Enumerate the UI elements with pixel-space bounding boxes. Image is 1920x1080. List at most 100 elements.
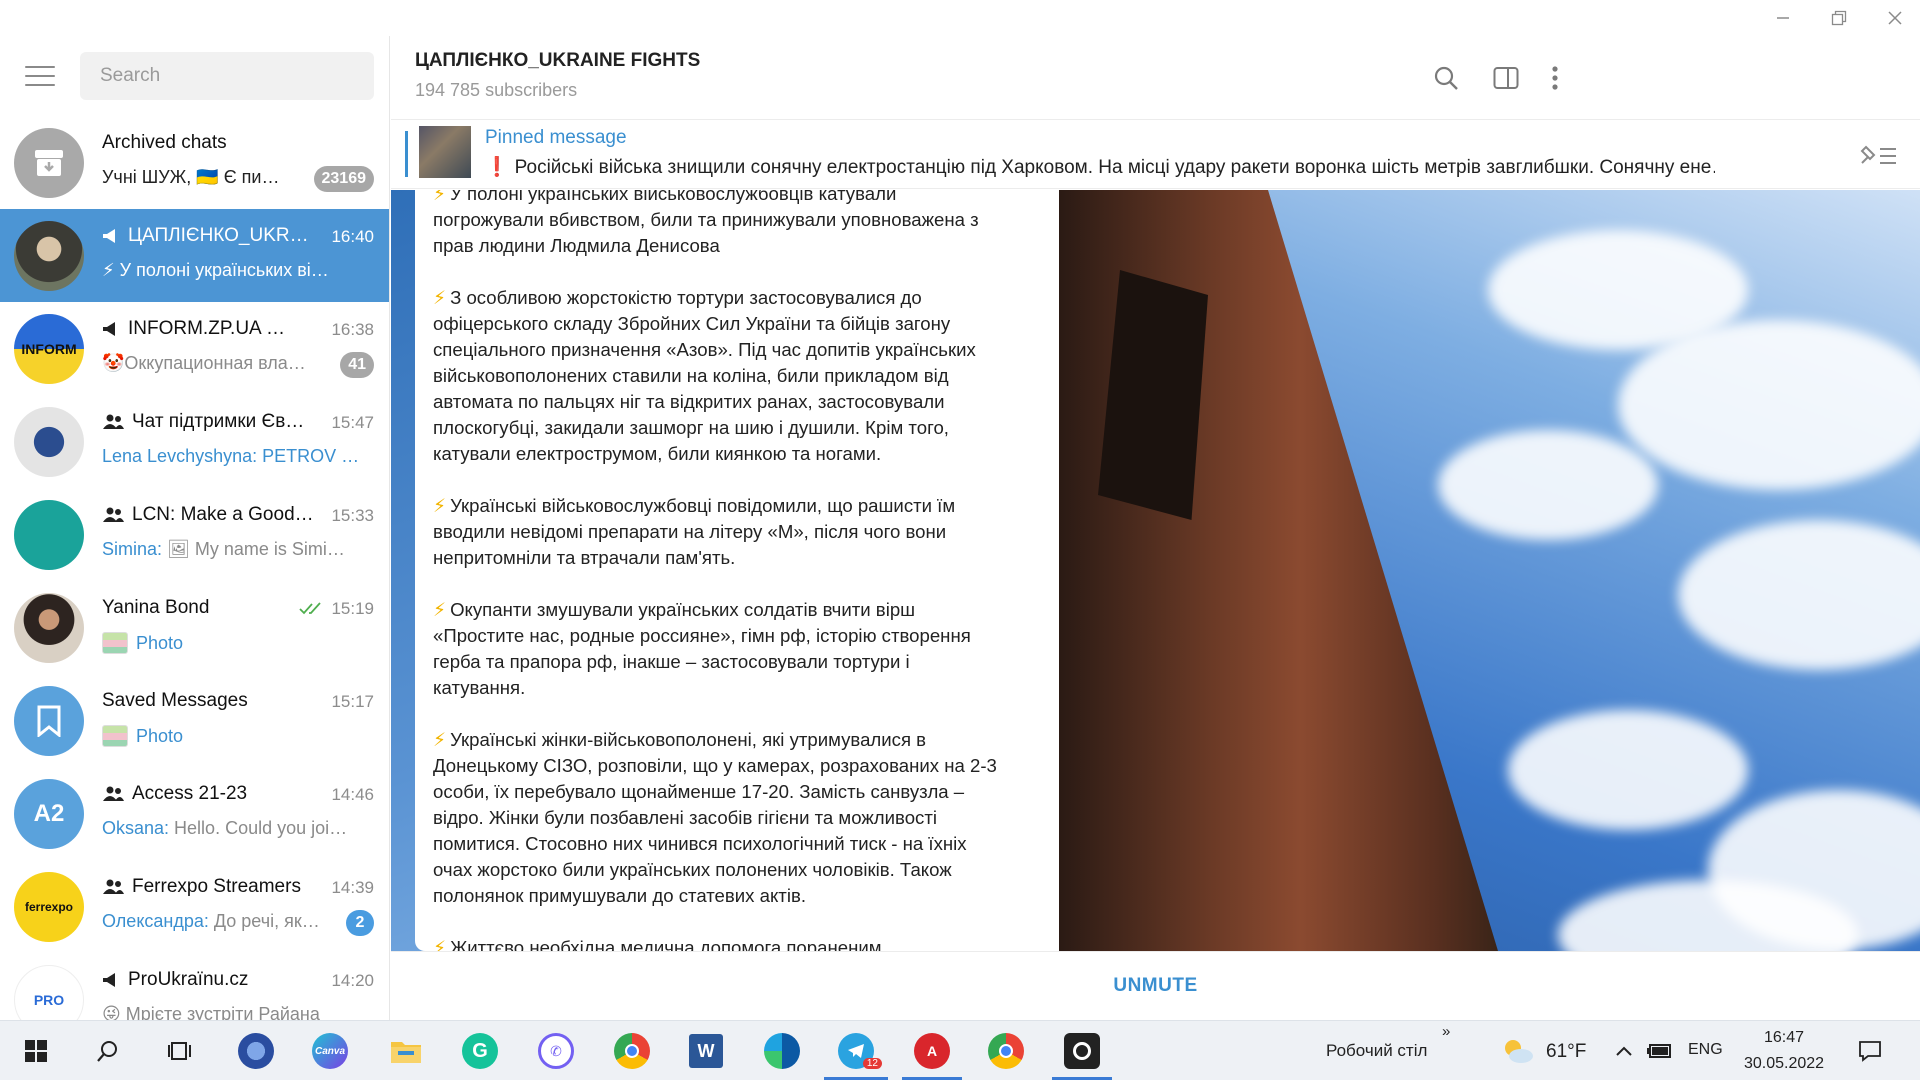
chrome-icon: [614, 1033, 650, 1069]
chat-avatar: [14, 407, 84, 477]
lightning-icon: ⚡: [433, 495, 447, 516]
taskbar-grammarly[interactable]: G: [460, 1031, 500, 1071]
chat-item-archived[interactable]: Archived chats Учні ШУЖ, 🇺🇦 Є пи… 23169: [0, 116, 389, 209]
taskbar-app-1[interactable]: [236, 1031, 276, 1071]
message-paragraph: ⚡ Українські військовослужбовці повідомил…: [433, 493, 1039, 571]
message-paragraph: ⚡ Українські жінки-військовополонені, які…: [433, 727, 1039, 909]
restore-button[interactable]: [1816, 0, 1862, 36]
weather-widget[interactable]: [1498, 1031, 1538, 1071]
chat-time: 14:46: [331, 785, 374, 804]
clock-date[interactable]: 30.05.2022: [1744, 1055, 1824, 1073]
chat-name-text: ЦАПЛІЄНКО_UKR…: [128, 225, 309, 246]
group-icon: [103, 786, 124, 801]
sidebar-toggle-button[interactable]: [1488, 60, 1524, 96]
chat-preview: 🤡Оккупационная вла…: [102, 353, 306, 373]
tray-overflow-button[interactable]: [1604, 1031, 1644, 1071]
toolbar-chevron-icon[interactable]: »: [1442, 1023, 1450, 1040]
taskbar-search-button[interactable]: [88, 1031, 128, 1071]
archive-icon: [14, 128, 84, 198]
unpin-icon: [1860, 145, 1896, 164]
lightning-icon: ⚡: [433, 599, 447, 620]
more-button[interactable]: [1537, 60, 1573, 96]
taskbar-chrome-red[interactable]: A: [912, 1031, 952, 1071]
chrome-profile-icon: A: [914, 1033, 950, 1069]
chat-preview-text: До речі, як…: [213, 911, 320, 931]
taskbar-explorer[interactable]: [386, 1031, 426, 1071]
chat-name: Archived chats: [102, 132, 227, 153]
chat-preview: 😜 Мрієте зустріти Райана: [102, 1004, 320, 1020]
close-icon: [1888, 11, 1902, 25]
chat-time: 16:40: [331, 227, 374, 246]
pinned-thumbnail: [419, 126, 471, 178]
chat-name-text: Чат підтримки Єв…: [132, 411, 305, 432]
channel-title[interactable]: ЦАПЛІЄНКО_UKRAINE FIGHTS: [415, 50, 700, 72]
chat-item-ferrexpo[interactable]: ferrexpo Ferrexpo Streamers 14:39 Олекса…: [0, 860, 389, 953]
chat-sender: Oksana:: [102, 818, 170, 838]
message-paragraph-text: У полоні українських військовослужбовців…: [433, 190, 979, 256]
taskbar-telegram[interactable]: 12: [836, 1031, 882, 1071]
pinned-message-bar[interactable]: Pinned message ❗ Російські війська знищил…: [391, 121, 1920, 189]
message-paragraph-text: Окупанти змушували українських солдатів …: [433, 599, 971, 698]
chat-preview-text: Hello. Could you joi…: [174, 818, 348, 838]
chat-item-saved[interactable]: Saved Messages 15:17 Photo: [0, 674, 389, 767]
weather-icon: [1505, 1040, 1533, 1063]
unmute-button[interactable]: UNMUTE: [1113, 975, 1197, 997]
group-icon: [103, 414, 124, 429]
double-check-icon: [299, 602, 322, 615]
canva-icon: Canva: [312, 1033, 348, 1069]
clock-time[interactable]: 16:47: [1764, 1029, 1804, 1047]
search-button[interactable]: [1428, 60, 1464, 96]
chat-item-tsaplienko[interactable]: ЦАПЛІЄНКО_UKR… 16:40 ⚡ У полоні українсь…: [0, 209, 389, 302]
taskbar-chrome-p[interactable]: [986, 1031, 1026, 1071]
notifications-button[interactable]: [1850, 1031, 1890, 1071]
windows-taskbar: Canva G ✆ W 12 A Робочий стіл » 61°F ENG…: [0, 1020, 1920, 1080]
taskbar-edge[interactable]: [762, 1031, 802, 1071]
chat-item-inform[interactable]: INFORM INFORM.ZP.UA … 16:38 🤡Оккупационн…: [0, 302, 389, 395]
taskbar-word[interactable]: W: [686, 1031, 726, 1071]
chat-item-access[interactable]: A2 Access 21-23 14:46 Oksana: Hello. Cou…: [0, 767, 389, 860]
taskbar-viber[interactable]: ✆: [536, 1031, 576, 1071]
chat-preview: Photo: [102, 725, 374, 747]
chat-preview-text: Photo: [136, 632, 184, 653]
message-area[interactable]: ⚡ У полоні українських військовослужбовці…: [391, 190, 1920, 951]
task-view-button[interactable]: [160, 1031, 200, 1071]
group-icon: [103, 507, 124, 522]
message-paragraph-text: Українські військовослужбовці повідомили…: [433, 495, 956, 568]
sidebar-icon: [1493, 67, 1519, 89]
search-icon: [1434, 66, 1458, 90]
pinned-text-body: Російські війська знищили сонячну електр…: [514, 157, 1715, 178]
chat-item-lcn[interactable]: LCN: Make a Good… 15:33 Simina: 🖼 My nam…: [0, 488, 389, 581]
camera-app-icon: [1064, 1033, 1100, 1069]
taskbar-obs[interactable]: [1062, 1031, 1102, 1071]
chat-item-yanina[interactable]: Yanina Bond 15:19 Photo: [0, 581, 389, 674]
weather-temp[interactable]: 61°F: [1546, 1041, 1586, 1063]
lightning-icon: ⚡: [433, 937, 447, 951]
message-bubble[interactable]: ⚡ У полоні українських військовослужбовці…: [415, 190, 1059, 951]
chat-name-text: INFORM.ZP.UA …: [128, 318, 285, 339]
close-button[interactable]: [1872, 0, 1918, 36]
start-button[interactable]: [16, 1031, 56, 1071]
chat-preview: Oksana: Hello. Could you joi…: [102, 818, 374, 839]
battery-button[interactable]: [1640, 1031, 1680, 1071]
desktop-toolbar-label[interactable]: Робочий стіл: [1326, 1041, 1427, 1061]
unread-badge: 2: [346, 910, 374, 936]
taskbar-chrome-a[interactable]: [612, 1031, 652, 1071]
chat-item-support[interactable]: Чат підтримки Єв… 15:47 Lena Levchyshyna…: [0, 395, 389, 488]
menu-icon[interactable]: [25, 66, 55, 86]
taskbar-canva[interactable]: Canva: [310, 1031, 350, 1071]
chat-name: ЦАПЛІЄНКО_UKR…: [102, 225, 312, 247]
search-input[interactable]: Search: [80, 52, 374, 100]
lightning-icon: ⚡: [433, 287, 447, 308]
chevron-up-icon: [1616, 1046, 1632, 1056]
language-indicator[interactable]: ENG: [1688, 1041, 1723, 1059]
unpin-button[interactable]: [1858, 141, 1898, 169]
chat-time: 14:20: [331, 971, 374, 990]
minimize-button[interactable]: [1760, 0, 1806, 36]
chat-avatar: PRO: [14, 965, 84, 1020]
chat-time: 15:33: [331, 506, 374, 525]
chat-item-proukrainu[interactable]: PRO ProUkraїnu.cz 14:20 😜 Мрієте зустріт…: [0, 953, 389, 1020]
chat-sender: Lena Levchyshyna:: [102, 446, 258, 466]
message-photo[interactable]: [1058, 190, 1920, 951]
chat-name-text: Ferrexpo Streamers: [132, 876, 301, 897]
chat-preview-text: 🖼 My name is Simi…: [167, 539, 345, 559]
